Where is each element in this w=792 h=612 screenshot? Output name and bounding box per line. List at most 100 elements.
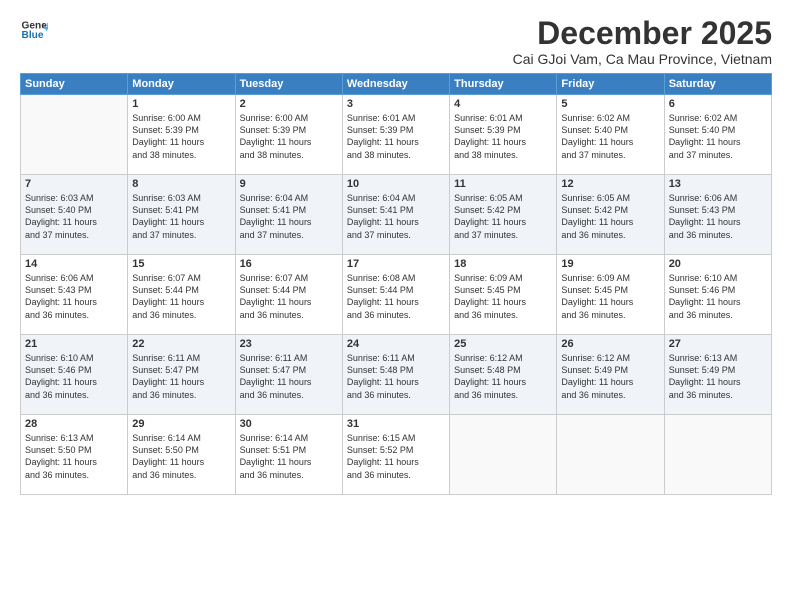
location-text: Cai GJoi Vam, Ca Mau Province, Vietnam [513,51,772,67]
day-info: Sunrise: 6:11 AMSunset: 5:47 PMDaylight:… [240,352,338,401]
table-row: 19 Sunrise: 6:09 AMSunset: 5:45 PMDayligh… [557,255,664,335]
calendar-week-row: 7 Sunrise: 6:03 AMSunset: 5:40 PMDaylight… [21,175,772,255]
day-info: Sunrise: 6:00 AMSunset: 5:39 PMDaylight:… [240,112,338,161]
table-row: 16 Sunrise: 6:07 AMSunset: 5:44 PMDayligh… [235,255,342,335]
table-row: 26Sunrise: 6:12 AMSunset: 5:49 PMDayligh… [557,335,664,415]
table-row: 25Sunrise: 6:12 AMSunset: 5:48 PMDayligh… [450,335,557,415]
table-row: 24 Sunrise: 6:11 AMSunset: 5:48 PMDayligh… [342,335,449,415]
col-saturday: Saturday [664,74,771,95]
page-header: General Blue December 2025 Cai GJoi Vam,… [20,16,772,67]
day-number: 17 [347,258,445,270]
table-row: 5 Sunrise: 6:02 AMSunset: 5:40 PMDaylight… [557,95,664,175]
day-info: Sunrise: 6:02 AMSunset: 5:40 PMDaylight:… [669,112,767,161]
calendar-week-row: 1 Sunrise: 6:00 AMSunset: 5:39 PMDaylight… [21,95,772,175]
day-info: Sunrise: 6:14 AMSunset: 5:50 PMDaylight:… [132,432,230,481]
day-info: Sunrise: 6:03 AMSunset: 5:41 PMDaylight:… [132,192,230,241]
table-row: 18 Sunrise: 6:09 AMSunset: 5:45 PMDayligh… [450,255,557,335]
day-number: 27 [669,338,767,350]
day-number: 15 [132,258,230,270]
day-number: 18 [454,258,552,270]
day-number: 19 [561,258,659,270]
day-number: 23 [240,338,338,350]
table-row: 10 Sunrise: 6:04 AMSunset: 5:41 PMDayligh… [342,175,449,255]
day-number: 29 [132,418,230,430]
day-number: 8 [132,178,230,190]
table-row: 11 Sunrise: 6:05 AMSunset: 5:42 PMDayligh… [450,175,557,255]
col-thursday: Thursday [450,74,557,95]
day-info: Sunrise: 6:10 AMSunset: 5:46 PMDaylight:… [25,352,123,401]
calendar-header-row: Sunday Monday Tuesday Wednesday Thursday… [21,74,772,95]
day-number: 7 [25,178,123,190]
table-row [557,415,664,495]
day-info: Sunrise: 6:14 AMSunset: 5:51 PMDaylight:… [240,432,338,481]
day-number: 13 [669,178,767,190]
day-number: 9 [240,178,338,190]
day-info: Sunrise: 6:01 AMSunset: 5:39 PMDaylight:… [454,112,552,161]
day-info: Sunrise: 6:05 AMSunset: 5:42 PMDaylight:… [561,192,659,241]
day-info: Sunrise: 6:10 AMSunset: 5:46 PMDaylight:… [669,272,767,321]
day-number: 14 [25,258,123,270]
day-number: 2 [240,98,338,110]
col-wednesday: Wednesday [342,74,449,95]
day-info: Sunrise: 6:04 AMSunset: 5:41 PMDaylight:… [240,192,338,241]
table-row: 1 Sunrise: 6:00 AMSunset: 5:39 PMDaylight… [128,95,235,175]
table-row [664,415,771,495]
day-number: 6 [669,98,767,110]
day-info: Sunrise: 6:12 AMSunset: 5:49 PMDaylight:… [561,352,659,401]
col-friday: Friday [557,74,664,95]
day-info: Sunrise: 6:06 AMSunset: 5:43 PMDaylight:… [669,192,767,241]
table-row: 6 Sunrise: 6:02 AMSunset: 5:40 PMDaylight… [664,95,771,175]
col-sunday: Sunday [21,74,128,95]
day-info: Sunrise: 6:13 AMSunset: 5:50 PMDaylight:… [25,432,123,481]
table-row: 9 Sunrise: 6:04 AMSunset: 5:41 PMDaylight… [235,175,342,255]
calendar-week-row: 14 Sunrise: 6:06 AMSunset: 5:43 PMDayligh… [21,255,772,335]
day-info: Sunrise: 6:02 AMSunset: 5:40 PMDaylight:… [561,112,659,161]
table-row: 12 Sunrise: 6:05 AMSunset: 5:42 PMDayligh… [557,175,664,255]
calendar-table: Sunday Monday Tuesday Wednesday Thursday… [20,73,772,495]
day-info: Sunrise: 6:04 AMSunset: 5:41 PMDaylight:… [347,192,445,241]
day-info: Sunrise: 6:11 AMSunset: 5:48 PMDaylight:… [347,352,445,401]
day-number: 25 [454,338,552,350]
table-row: 2 Sunrise: 6:00 AMSunset: 5:39 PMDaylight… [235,95,342,175]
table-row: 29 Sunrise: 6:14 AMSunset: 5:50 PMDayligh… [128,415,235,495]
day-info: Sunrise: 6:08 AMSunset: 5:44 PMDaylight:… [347,272,445,321]
table-row: 17 Sunrise: 6:08 AMSunset: 5:44 PMDayligh… [342,255,449,335]
logo-icon: General Blue [20,16,48,44]
table-row [21,95,128,175]
day-number: 11 [454,178,552,190]
day-number: 5 [561,98,659,110]
calendar-week-row: 21 Sunrise: 6:10 AMSunset: 5:46 PMDayligh… [21,335,772,415]
day-number: 1 [132,98,230,110]
day-info: Sunrise: 6:07 AMSunset: 5:44 PMDaylight:… [240,272,338,321]
day-info: Sunrise: 6:11 AMSunset: 5:47 PMDaylight:… [132,352,230,401]
day-number: 21 [25,338,123,350]
table-row: 15 Sunrise: 6:07 AMSunset: 5:44 PMDayligh… [128,255,235,335]
day-info: Sunrise: 6:05 AMSunset: 5:42 PMDaylight:… [454,192,552,241]
day-number: 12 [561,178,659,190]
day-number: 16 [240,258,338,270]
day-number: 4 [454,98,552,110]
month-title: December 2025 [513,16,772,51]
day-number: 3 [347,98,445,110]
day-info: Sunrise: 6:09 AMSunset: 5:45 PMDaylight:… [561,272,659,321]
calendar-week-row: 28Sunrise: 6:13 AMSunset: 5:50 PMDayligh… [21,415,772,495]
day-info: Sunrise: 6:03 AMSunset: 5:40 PMDaylight:… [25,192,123,241]
day-info: Sunrise: 6:00 AMSunset: 5:39 PMDaylight:… [132,112,230,161]
day-number: 24 [347,338,445,350]
table-row: 4 Sunrise: 6:01 AMSunset: 5:39 PMDaylight… [450,95,557,175]
col-tuesday: Tuesday [235,74,342,95]
day-info: Sunrise: 6:09 AMSunset: 5:45 PMDaylight:… [454,272,552,321]
table-row: 27 Sunrise: 6:13 AMSunset: 5:49 PMDayligh… [664,335,771,415]
title-section: December 2025 Cai GJoi Vam, Ca Mau Provi… [513,16,772,67]
day-info: Sunrise: 6:07 AMSunset: 5:44 PMDaylight:… [132,272,230,321]
table-row: 30 Sunrise: 6:14 AMSunset: 5:51 PMDayligh… [235,415,342,495]
table-row: 23 Sunrise: 6:11 AMSunset: 5:47 PMDayligh… [235,335,342,415]
day-number: 31 [347,418,445,430]
table-row: 8 Sunrise: 6:03 AMSunset: 5:41 PMDaylight… [128,175,235,255]
day-number: 10 [347,178,445,190]
svg-text:Blue: Blue [22,30,44,41]
day-number: 30 [240,418,338,430]
day-info: Sunrise: 6:06 AMSunset: 5:43 PMDaylight:… [25,272,123,321]
day-info: Sunrise: 6:13 AMSunset: 5:49 PMDaylight:… [669,352,767,401]
table-row: 3Sunrise: 6:01 AMSunset: 5:39 PMDaylight… [342,95,449,175]
